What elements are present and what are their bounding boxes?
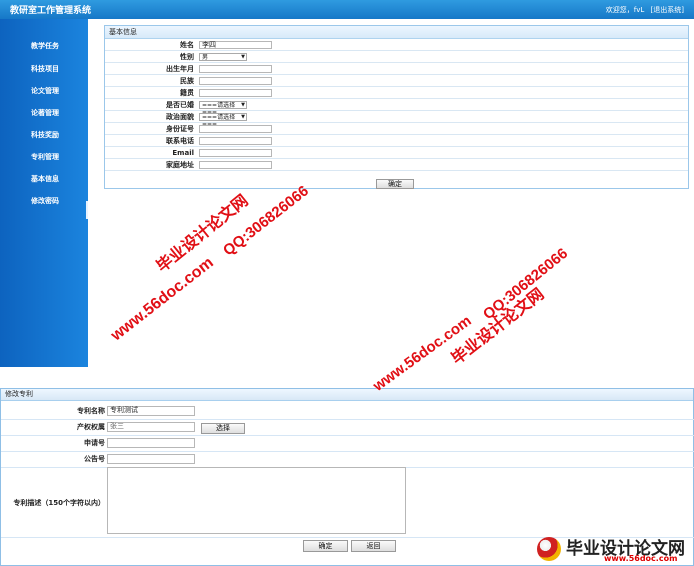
patent-desc-label: 专利描述（150个字符以内） (13, 499, 105, 507)
announcement-no-label: 公告号 (84, 455, 105, 463)
patent-desc-textarea[interactable] (107, 467, 406, 534)
birth-label: 出生年月 (105, 62, 199, 75)
address-label: 家庭地址 (105, 158, 199, 171)
birth-input[interactable] (199, 64, 272, 73)
phone-input[interactable] (199, 136, 272, 145)
basic-info-panel: 基本信息 姓名李四 性别男 出生年月 民族 籍贯 是否已婚===请选择=== 政… (104, 25, 689, 189)
address-input[interactable] (199, 160, 272, 169)
patent-owner-row: 产权权属 张三 选择 (1, 422, 694, 436)
select-owner-button[interactable]: 选择 (201, 423, 245, 434)
basic-info-submit-button[interactable]: 确定 (376, 179, 414, 189)
patent-edit-title: 修改专利 (1, 389, 693, 401)
married-select[interactable]: ===请选择=== (199, 100, 247, 116)
announcement-no-row: 公告号 (1, 454, 694, 468)
patent-owner-label: 产权权属 (77, 423, 105, 431)
app-title: 教研室工作管理系统 (10, 6, 92, 16)
patent-owner-input[interactable]: 张三 (107, 422, 195, 432)
sidebar-item-teaching[interactable]: 教学任务 (0, 36, 88, 56)
welcome-text: 欢迎您，fvL (605, 6, 645, 14)
site-logo: 毕业设计论文网 www.56doc.com (535, 533, 694, 566)
application-no-row: 申请号 (1, 438, 694, 452)
gender-select[interactable]: 男 (199, 52, 247, 61)
patent-submit-button[interactable]: 确定 (303, 540, 348, 552)
patent-back-button[interactable]: 返回 (351, 540, 396, 552)
patent-desc-row: 专利描述（150个字符以内） (1, 467, 694, 538)
email-label: Email (105, 146, 199, 159)
political-select[interactable]: ===请选择=== (199, 112, 247, 128)
married-label: 是否已婚 (105, 98, 199, 111)
sidebar: 教学任务 科技项目 论文管理 论著管理 科技奖励 专利管理 基本信息 修改密码 (0, 19, 89, 367)
native-place-input[interactable] (199, 88, 272, 97)
gender-label: 性别 (105, 50, 199, 63)
user-bar: 欢迎您，fvL [退出系统] (602, 5, 684, 15)
native-place-label: 籍贯 (105, 86, 199, 99)
id-card-label: 身份证号 (105, 122, 199, 135)
sidebar-item-books[interactable]: 论著管理 (0, 103, 88, 123)
email-input[interactable] (199, 148, 272, 157)
ethnicity-input[interactable] (199, 76, 272, 85)
patent-name-row: 专利名称 专利测试 (1, 406, 694, 420)
logout-link[interactable]: [退出系统] (651, 6, 684, 14)
name-input[interactable]: 李四 (199, 40, 272, 49)
sidebar-item-password[interactable]: 修改密码 (0, 191, 88, 211)
sidebar-item-basic-info[interactable]: 基本信息 (0, 169, 88, 189)
ethnicity-label: 民族 (105, 74, 199, 87)
content-area: 基本信息 姓名李四 性别男 出生年月 民族 籍贯 是否已婚===请选择=== 政… (88, 19, 694, 367)
announcement-no-input[interactable] (107, 454, 195, 464)
basic-info-form: 姓名李四 性别男 出生年月 民族 籍贯 是否已婚===请选择=== 政治面貌==… (105, 39, 688, 171)
logo-emblem-icon (537, 537, 561, 561)
patent-name-input[interactable]: 专利测试 (107, 406, 195, 416)
political-label: 政治面貌 (105, 110, 199, 123)
logo-url: www.56doc.com (604, 554, 678, 563)
top-bar: 教研室工作管理系统 欢迎您，fvL [退出系统] (0, 0, 694, 19)
name-label: 姓名 (105, 39, 199, 51)
application-no-input[interactable] (107, 438, 195, 448)
sidebar-item-papers[interactable]: 论文管理 (0, 81, 88, 101)
phone-label: 联系电话 (105, 134, 199, 147)
sidebar-item-projects[interactable]: 科技项目 (0, 59, 88, 79)
sidebar-item-patents[interactable]: 专利管理 (0, 147, 88, 167)
patent-name-label: 专利名称 (77, 407, 105, 415)
application-no-label: 申请号 (84, 439, 105, 447)
basic-info-title: 基本信息 (105, 26, 688, 39)
sidebar-item-awards[interactable]: 科技奖励 (0, 125, 88, 145)
